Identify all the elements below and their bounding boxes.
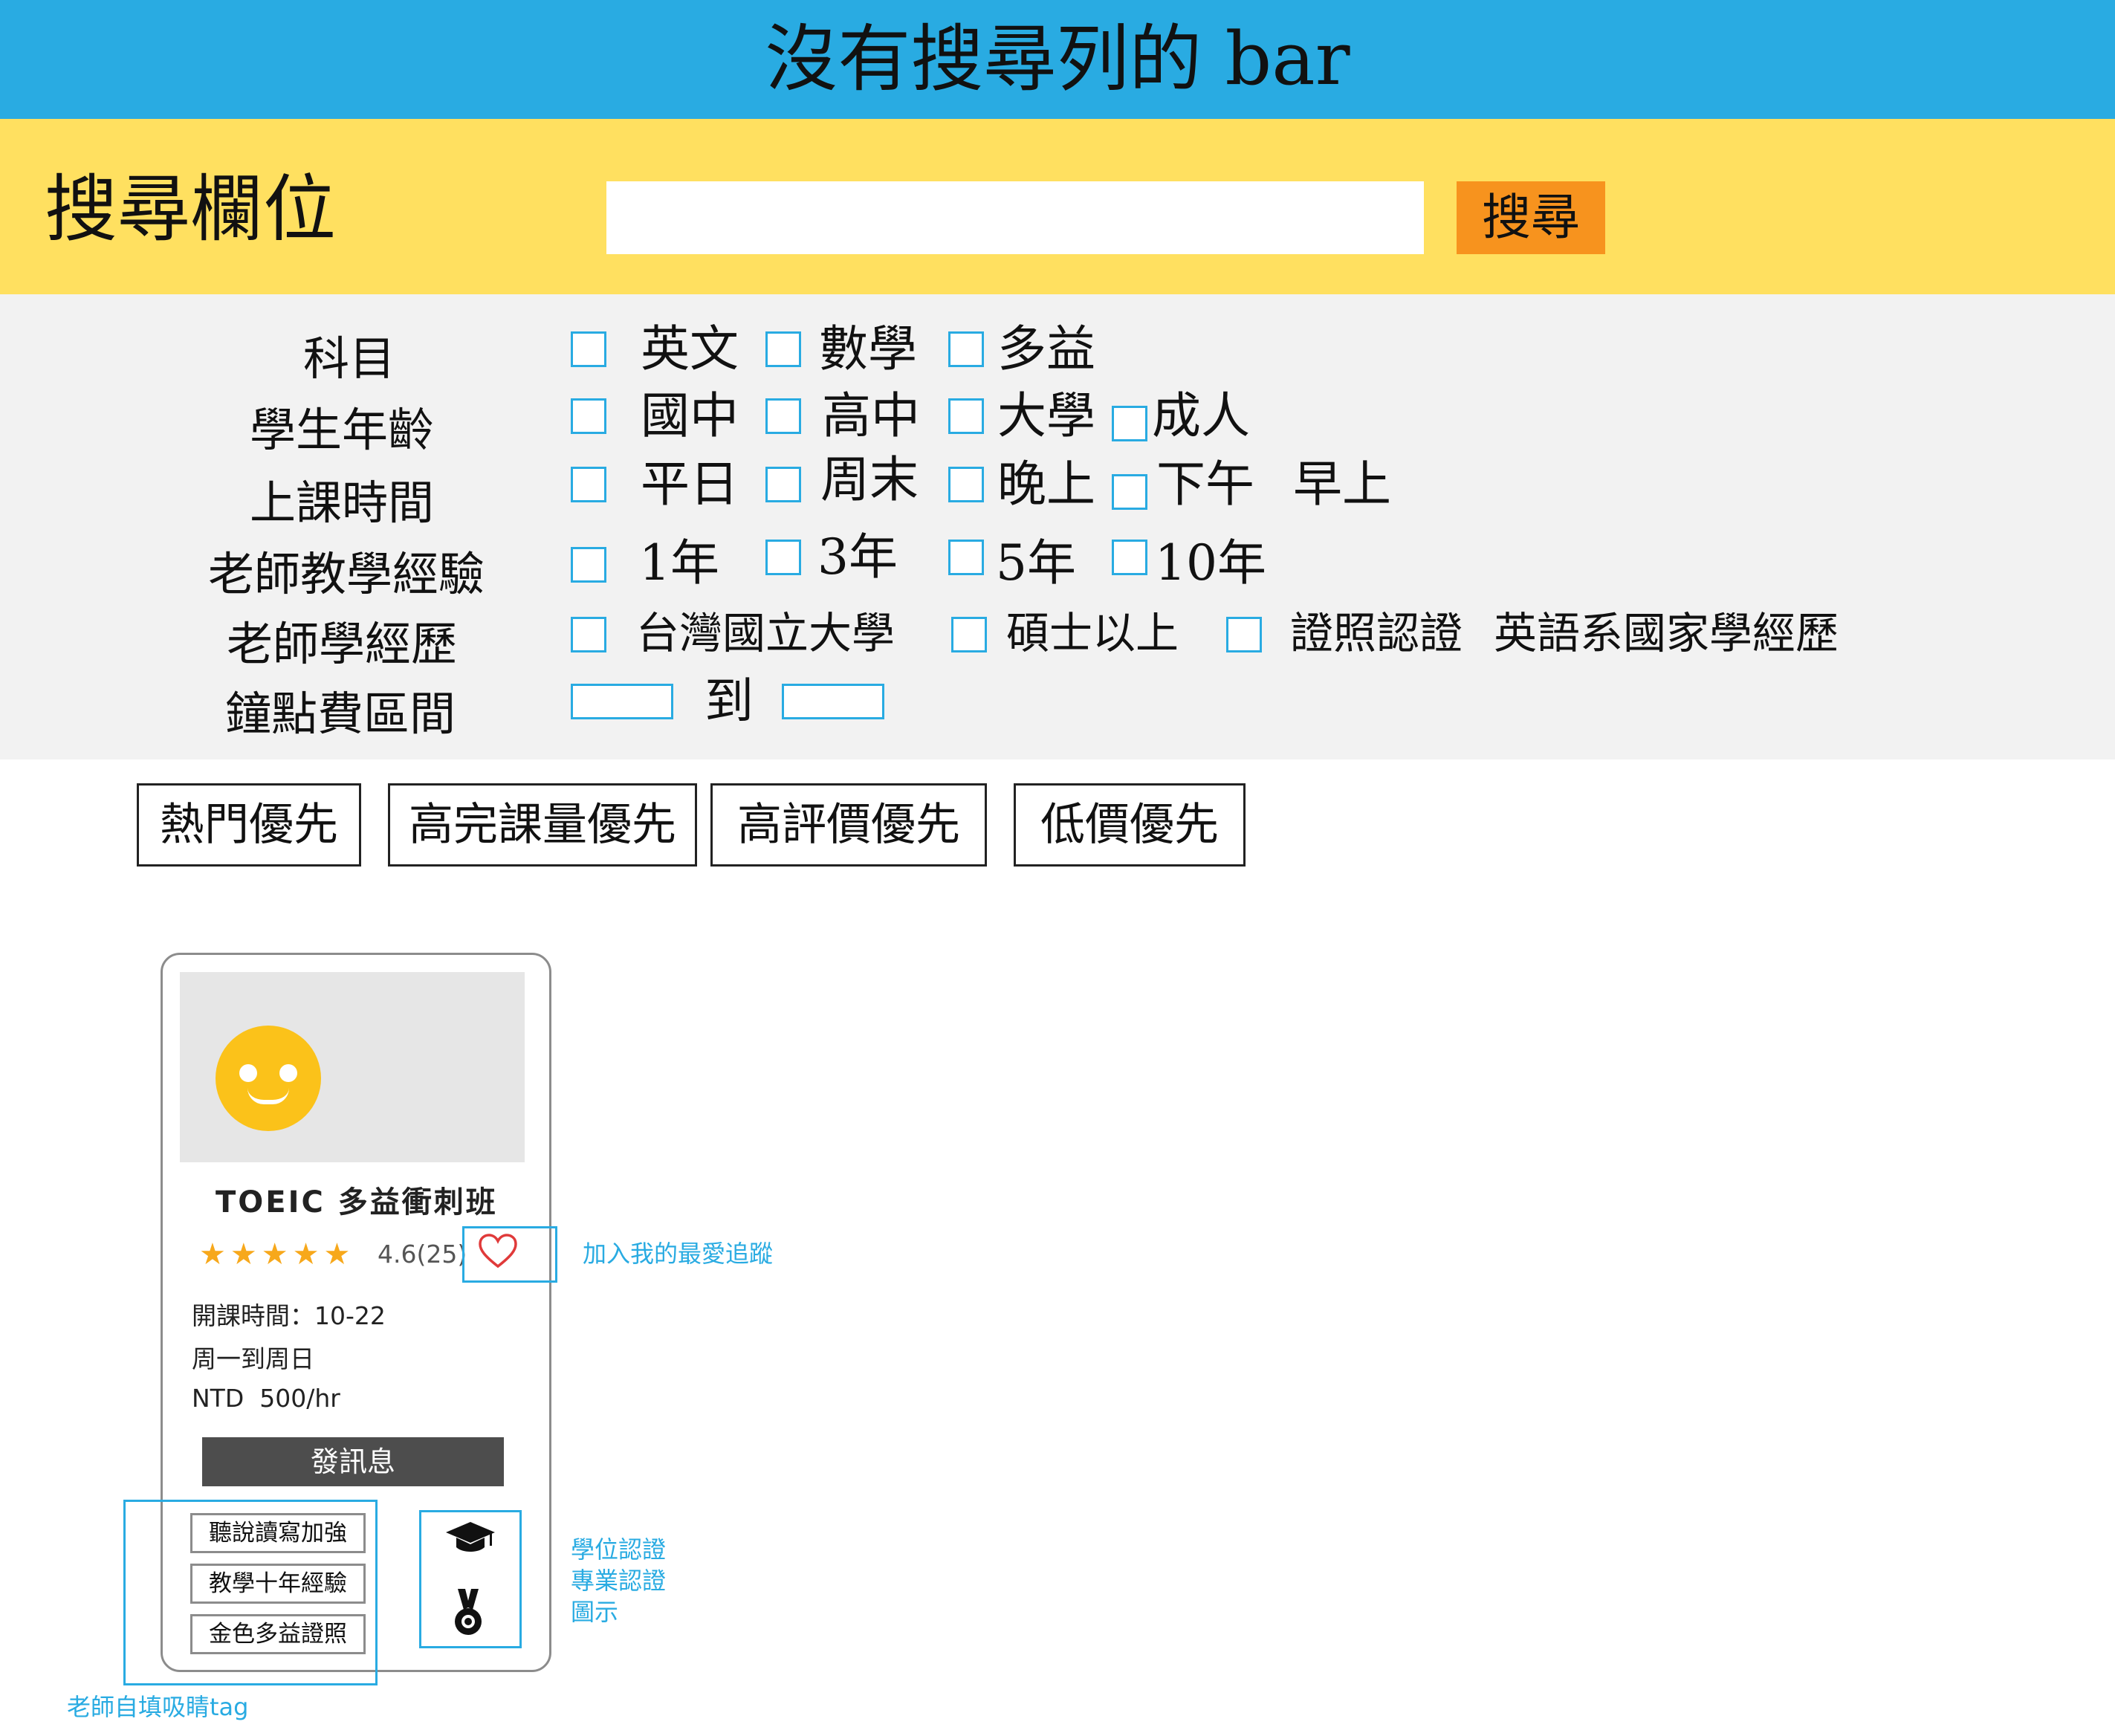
option-subject-math: 數學 [819,320,917,378]
option-time-afternoon: 下午 [1156,456,1254,513]
checkbox-age-adult[interactable] [1112,406,1147,441]
card-days: 周一到周日 [192,1344,314,1373]
heart-icon[interactable] [477,1231,519,1272]
sort-popular-button[interactable]: 熱門優先 [137,783,361,867]
checkbox-exp-3[interactable] [765,540,801,575]
checkbox-time-weekend[interactable] [765,467,801,502]
tag-item: 金色多益證照 [190,1614,366,1654]
card-price: NTD 500/hr [192,1384,340,1413]
checkbox-subject-english[interactable] [571,331,606,367]
checkbox-edu-master[interactable] [951,617,987,652]
checkbox-subject-toeic[interactable] [948,331,984,367]
sort-completion-button[interactable]: 高完課量優先 [388,783,697,867]
search-button[interactable]: 搜尋 [1457,181,1605,254]
checkbox-subject-math[interactable] [765,331,801,367]
tag-item: 聽說讀寫加強 [190,1513,366,1553]
option-time-morning: 早上 [1293,456,1391,513]
checkbox-time-evening[interactable] [948,467,984,502]
option-age-adult: 成人 [1152,387,1250,444]
checkbox-exp-5[interactable] [948,540,984,575]
rating-stars-icon: ★★★★★ [199,1237,355,1272]
page-title: 沒有搜尋列的 bar [765,17,1350,102]
option-time-weekend: 周末 [820,451,919,508]
price-min-input[interactable] [571,684,673,719]
filter-label-experience: 老師教學經驗 [207,547,485,601]
search-input[interactable] [606,181,1424,254]
option-edu-master: 碩士以上 [1006,608,1179,658]
option-age-junior: 國中 [641,387,739,444]
option-exp-1: 1年 [639,534,719,592]
card-schedule: 開課時間：10-22 [192,1301,386,1330]
send-message-button[interactable]: 發訊息 [202,1437,504,1486]
sort-rating-button[interactable]: 高評價優先 [710,783,987,867]
tags-annotation: 老師自填吸睛tag [67,1693,249,1721]
option-edu-cert: 證照認證 [1290,608,1463,658]
smiley-eye-left [239,1064,257,1082]
filter-label-time: 上課時間 [249,476,434,530]
checkbox-edu-cert[interactable] [1226,617,1262,652]
checkbox-exp-10[interactable] [1112,540,1147,575]
option-edu-overseas: 英語系國家學經歷 [1494,608,1839,658]
search-label: 搜尋欄位 [45,167,337,252]
option-exp-10: 10年 [1155,534,1266,592]
checkbox-time-afternoon[interactable] [1112,474,1147,510]
price-max-input[interactable] [782,684,884,719]
filter-label-subject: 科目 [302,331,395,386]
graduation-cap-icon [444,1519,496,1556]
option-age-senior: 高中 [822,387,920,444]
option-subject-english: 英文 [641,320,739,378]
option-exp-3: 3年 [817,528,898,586]
favorite-annotation: 加入我的最愛追蹤 [583,1240,774,1268]
cert-annotation-line1: 學位認證 [571,1535,667,1564]
filter-label-age: 學生年齡 [249,403,434,457]
smiley-eye-right [279,1064,297,1082]
filter-label-education: 老師學經歷 [226,617,457,671]
option-exp-5: 5年 [996,534,1076,592]
cert-annotation-line2: 專業認證 [571,1567,667,1595]
checkbox-edu-ntu[interactable] [571,617,606,652]
rating-score: 4.6(25) [378,1240,467,1269]
option-edu-ntu: 台灣國立大學 [636,608,895,658]
option-time-weekday: 平日 [641,456,739,513]
option-subject-toeic: 多益 [997,320,1095,378]
tag-item: 教學十年經驗 [190,1564,366,1604]
smiley-icon [216,1026,321,1131]
price-to-label: 到 [705,673,754,730]
smiley-mouth [247,1088,289,1104]
checkbox-time-weekday[interactable] [571,467,606,502]
sort-price-button[interactable]: 低價優先 [1014,783,1246,867]
checkbox-age-senior[interactable] [765,398,801,434]
option-time-evening: 晚上 [997,456,1095,513]
checkbox-age-college[interactable] [948,398,984,434]
checkbox-exp-1[interactable] [571,547,606,583]
filter-label-price: 鐘點費區間 [224,687,456,741]
option-age-college: 大學 [997,387,1095,444]
card-title: TOEIC 多益衝刺班 [216,1185,498,1220]
checkbox-age-junior[interactable] [571,398,606,434]
cert-annotation-line3: 圖示 [571,1598,619,1626]
medal-icon [450,1587,486,1639]
